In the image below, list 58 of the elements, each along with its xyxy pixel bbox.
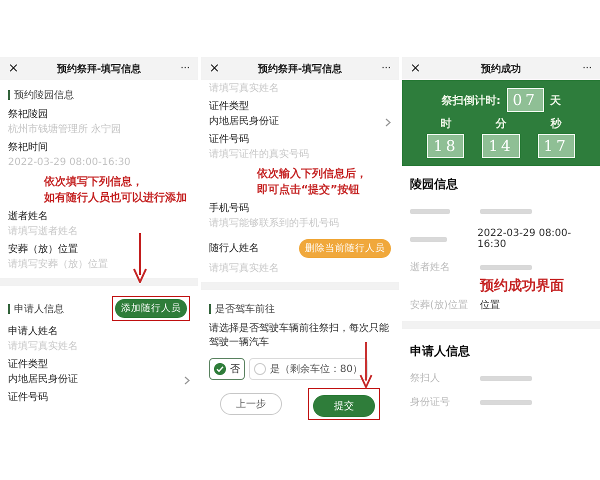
field-label: 证件号码 [209, 133, 250, 147]
info-label: 安葬(放)位置 [410, 298, 469, 312]
annotation-text: 如有随行人员也可以进行添加 [44, 190, 187, 206]
section-heading: 申请人信息 [409, 343, 471, 360]
radio-option[interactable]: 否 [209, 358, 245, 380]
select-field[interactable]: 内地居民身份证 [209, 115, 391, 129]
instruction-text: 请选择是否驾驶车辆前往祭扫，每次只能驾驶一辆汽车 [209, 322, 390, 350]
annotation-text: 依次输入下列信息后， [257, 166, 367, 182]
info-label: 逝者姓名 [410, 260, 451, 274]
screen-title: 预约祭拜-填写信息 [56, 62, 142, 76]
countdown-label: 祭扫倒计时: [441, 92, 501, 108]
field-label: 祭祀时间 [8, 141, 49, 155]
close-button[interactable]: × [8, 61, 28, 76]
submit-button[interactable]: 提交 [313, 395, 375, 417]
more-button[interactable]: ··· [371, 63, 391, 74]
info-value: 2022-03-29 08:00-16:30 [477, 228, 572, 250]
more-button[interactable]: ··· [572, 63, 592, 74]
back-button[interactable]: 上一步 [220, 393, 282, 415]
section-heading: 陵园信息 [409, 176, 459, 193]
day-counter: 07 [506, 88, 544, 112]
annotation-text: 即可点击“提交”按钮 [257, 182, 360, 198]
field-label: 证件类型 [8, 358, 49, 372]
annotation-text: 依次填写下列信息， [44, 174, 143, 190]
section-marker [8, 304, 10, 314]
section-marker [209, 304, 211, 314]
add-companion-button[interactable]: 添加随行人员 [115, 299, 187, 318]
field-label: 祭祀陵园 [8, 108, 49, 122]
field-label: 逝者姓名 [8, 210, 49, 224]
field-label: 证件类型 [209, 100, 250, 114]
section-title: 是否驾车前往 [215, 302, 276, 316]
time-counter: 14 [482, 134, 520, 158]
close-button[interactable]: × [209, 61, 229, 76]
time-unit-label: 时 [440, 116, 452, 131]
time-unit-label: 分 [496, 116, 506, 131]
field-label: 手机号码 [209, 202, 250, 216]
time-counter: 18 [427, 134, 464, 158]
radio-option[interactable]: 是（剩余车位：80） [249, 358, 368, 380]
annotation-text: 预约成功界面 [480, 277, 564, 295]
screen-title: 预约祭拜-填写信息 [256, 62, 344, 76]
field-label: 证件号码 [8, 391, 49, 405]
info-label: 祭扫人 [410, 372, 441, 385]
field-label: 申请人姓名 [8, 325, 59, 339]
day-unit: 天 [550, 92, 561, 108]
field-label: 安葬（放）位置 [8, 243, 79, 257]
info-value: 位置 [480, 298, 500, 312]
section-title: 申请人信息 [14, 302, 65, 316]
field-label: 随行人姓名 [209, 242, 260, 256]
info-label: 身份证号 [410, 396, 451, 409]
time-unit-label: 秒 [550, 116, 562, 131]
section-title: 预约陵园信息 [14, 88, 75, 102]
radio-circle-icon [254, 363, 266, 375]
more-button[interactable]: ··· [170, 63, 190, 74]
time-counter: 17 [538, 134, 575, 158]
screen-title: 预约成功 [480, 62, 522, 76]
close-button[interactable]: × [410, 61, 430, 76]
check-icon [214, 363, 226, 375]
section-marker [8, 90, 10, 100]
select-field[interactable]: 内地居民身份证 [8, 373, 190, 387]
